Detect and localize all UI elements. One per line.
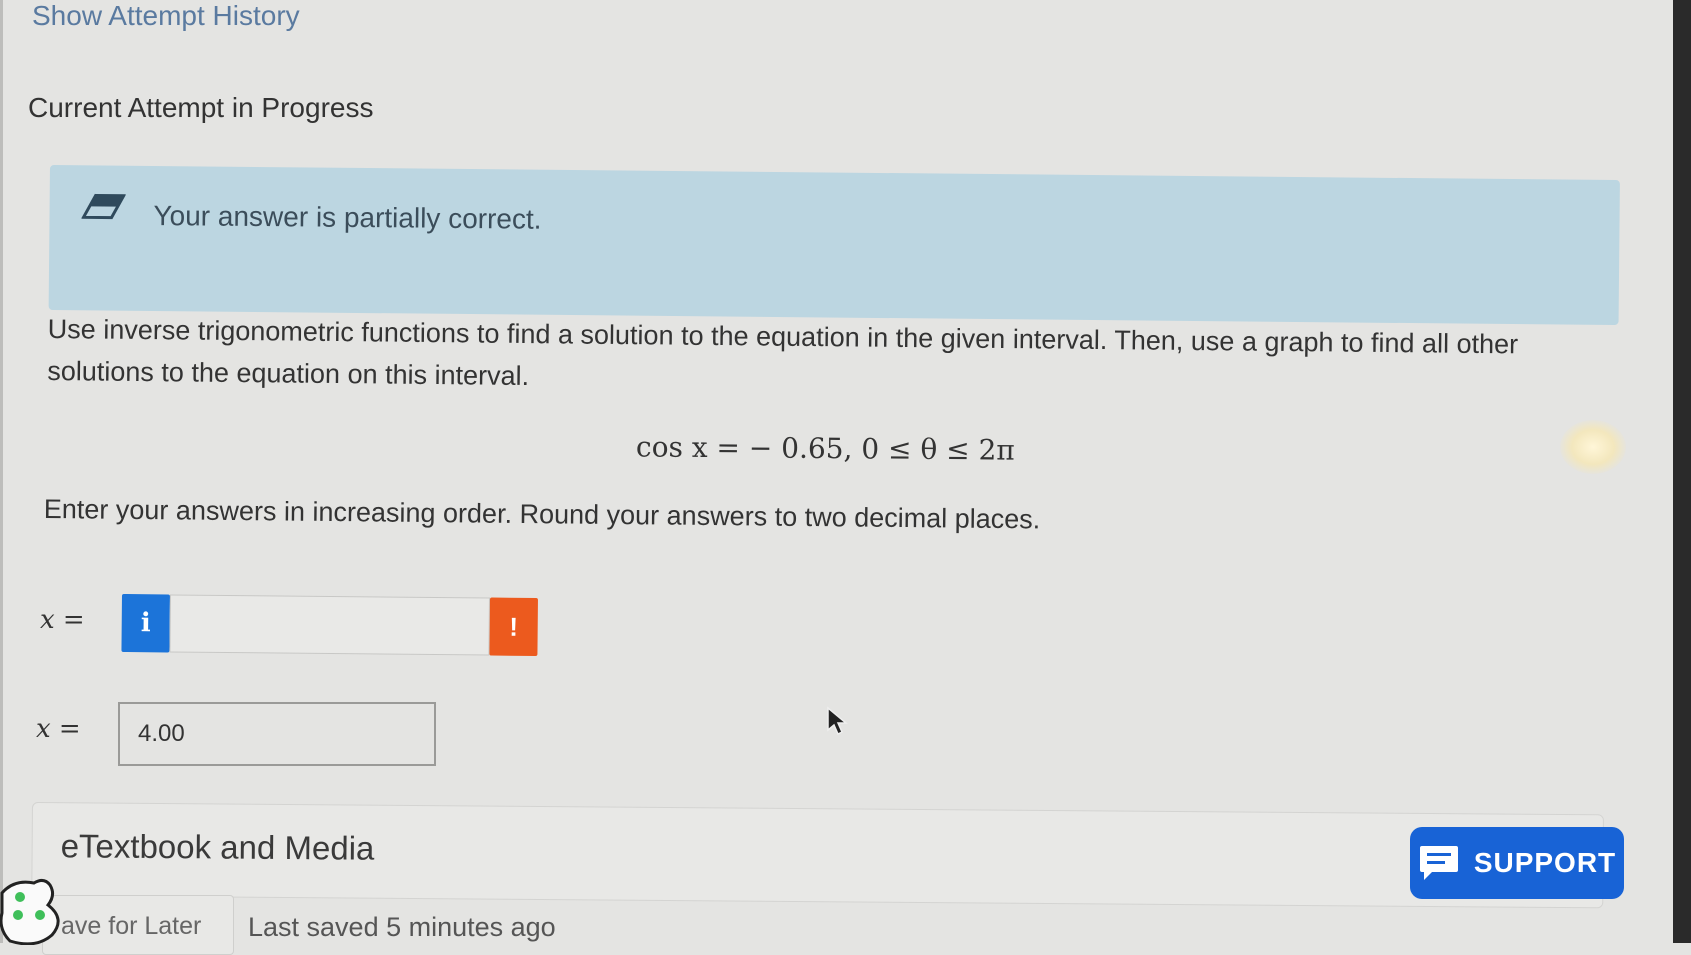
feedback-message: Your answer is partially correct.	[153, 199, 542, 235]
alert-icon[interactable]: !	[489, 597, 538, 656]
question-prompt: Use inverse trigonometric functions to f…	[47, 313, 1519, 392]
last-saved-status: Last saved 5 minutes ago	[248, 912, 556, 942]
equation: cos x = − 0.65, 0 ≤ θ ≤ 2π	[635, 430, 1015, 467]
screen-edge-left	[0, 0, 3, 943]
save-for-later-button[interactable]: ave for Later	[42, 895, 234, 955]
answer-1-label: x =	[40, 605, 85, 635]
answer-1-input[interactable]	[169, 594, 490, 656]
info-icon[interactable]: i	[121, 594, 170, 653]
answer-2-label: x =	[36, 714, 81, 744]
etextbook-label: eTextbook and Media	[60, 827, 375, 867]
answer-2-input[interactable]	[118, 702, 436, 766]
eraser-icon	[81, 193, 126, 220]
screen-edge-right	[1673, 0, 1691, 943]
palette-icon[interactable]	[0, 875, 70, 945]
chat-icon	[1419, 846, 1458, 880]
support-button[interactable]: SUPPORT	[1410, 827, 1624, 899]
answer-instructions: Enter your answers in increasing order. …	[43, 494, 1041, 535]
support-label: SUPPORT	[1473, 847, 1617, 878]
section-title: Current Attempt in Progress	[28, 92, 374, 123]
show-attempt-history-link[interactable]: Show Attempt History	[32, 0, 300, 32]
answer-1-row: i !	[121, 594, 542, 664]
etextbook-panel[interactable]: eTextbook and Media	[31, 802, 1604, 909]
feedback-banner: Your answer is partially correct.	[48, 165, 1620, 326]
mouse-pointer-icon	[827, 706, 848, 736]
screen-glare	[1560, 420, 1626, 474]
